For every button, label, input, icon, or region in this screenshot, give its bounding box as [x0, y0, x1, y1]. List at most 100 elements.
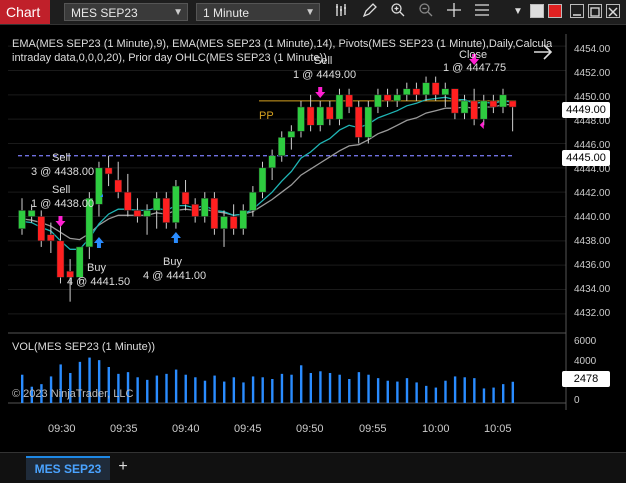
chevron-down-icon: ▼ — [305, 7, 315, 18]
crosshair-icon[interactable] — [444, 2, 464, 22]
candle-body — [268, 155, 276, 169]
price-tick: 4434.00 — [574, 284, 611, 295]
candle-body — [489, 100, 498, 108]
volume-bar — [357, 372, 361, 403]
candle-body — [249, 191, 257, 211]
volume-bar — [290, 374, 293, 403]
add-tab-button[interactable]: + — [114, 458, 132, 476]
candle-body — [470, 100, 478, 120]
volume-bar — [213, 375, 216, 403]
volume-bar — [194, 377, 197, 403]
candle-body — [27, 210, 36, 217]
candle-body — [258, 167, 267, 193]
volume-bar — [261, 377, 264, 403]
candle-body — [403, 88, 411, 96]
time-tick: 09:55 — [359, 423, 387, 435]
volume-bar — [386, 380, 389, 403]
candle-body — [95, 167, 103, 205]
volume-tick: 6000 — [574, 336, 597, 347]
last-price-tag: 4449.00 — [562, 102, 610, 118]
volume-bar — [425, 385, 428, 403]
volume-bar — [136, 377, 139, 403]
menu-chevron-icon[interactable]: ▼ — [508, 2, 528, 22]
candle-body — [412, 88, 421, 96]
prior-level-tag: 4445.00 — [562, 150, 610, 166]
price-tick: 4454.00 — [574, 44, 611, 55]
price-chart[interactable] — [0, 25, 626, 418]
pivot-label: PP — [259, 110, 274, 122]
candle-body — [499, 94, 507, 108]
volume-bar — [299, 365, 303, 403]
link-color-icon[interactable] — [530, 4, 544, 18]
tab-mes-sep23[interactable]: MES SEP23 — [26, 456, 110, 480]
drawing-tool-icon[interactable] — [360, 2, 380, 22]
maximize-icon[interactable] — [588, 4, 602, 18]
candle-body — [364, 106, 373, 138]
price-tick: 4452.00 — [574, 68, 611, 79]
candle-body — [124, 191, 132, 211]
candle-body — [220, 216, 228, 229]
candle-body — [229, 216, 238, 229]
last-volume-tag: 2478 — [562, 371, 610, 387]
interval-value: 1 Minute — [203, 6, 250, 20]
candle-body — [37, 216, 45, 242]
time-tick: 10:00 — [422, 423, 450, 435]
indicator-legend-line-2: intraday data,0,0,0,20), Prior day OHLC(… — [12, 52, 327, 64]
trade-label-detail: 3 @ 4438.00 — [31, 166, 95, 178]
candle-body — [422, 82, 430, 96]
volume-bar — [280, 373, 284, 403]
price-tick: 4442.00 — [574, 188, 611, 199]
close-icon[interactable] — [606, 4, 620, 18]
title-bar: Chart MES SEP23 ▼ 1 Minute ▼ ▼ — [0, 0, 626, 25]
volume-bar — [165, 373, 168, 403]
interval-selector[interactable]: 1 Minute ▼ — [196, 3, 320, 21]
candle-body — [326, 106, 334, 120]
volume-bar — [444, 380, 447, 403]
trade-label-action: Buy — [87, 262, 106, 274]
zoom-in-icon[interactable] — [388, 2, 408, 22]
price-tick: 4438.00 — [574, 236, 611, 247]
trade-label-action: Close — [459, 49, 488, 61]
volume-bar — [184, 374, 187, 403]
time-tick: 09:45 — [234, 423, 262, 435]
link-red-icon[interactable] — [548, 4, 562, 18]
candle-body — [56, 240, 65, 278]
sell-arrow-icon — [315, 87, 326, 98]
volume-bar — [174, 369, 178, 403]
trade-label-action: Sell — [314, 55, 333, 67]
exit-marker-icon — [479, 121, 484, 129]
volume-bar — [223, 381, 226, 403]
time-tick: 09:50 — [296, 423, 324, 435]
app-title: Chart — [0, 0, 50, 24]
candle-body — [297, 106, 305, 132]
volume-bar — [251, 376, 255, 403]
candle-body — [143, 210, 151, 217]
tab-bar: MES SEP23 + — [0, 452, 626, 483]
candle-body — [191, 204, 199, 217]
candle-body — [152, 198, 161, 211]
chevron-down-icon: ▼ — [173, 7, 183, 18]
properties-icon[interactable] — [472, 2, 492, 22]
trade-label-action: Buy — [163, 256, 182, 268]
candle-body — [374, 94, 382, 108]
zoom-out-icon[interactable] — [416, 2, 436, 22]
sell-arrow-icon — [55, 216, 66, 227]
trade-label-detail: 1 @ 4438.00 — [31, 198, 95, 210]
instrument-selector[interactable]: MES SEP23 ▼ — [64, 3, 188, 21]
trade-label-action: Sell — [52, 184, 71, 196]
candle-body — [306, 106, 315, 126]
candle-body — [441, 88, 450, 96]
minimize-icon[interactable] — [570, 4, 584, 18]
buy-arrow-icon — [170, 232, 181, 243]
bar-type-icon[interactable] — [332, 2, 352, 22]
volume-bar — [146, 379, 149, 403]
candle-body — [75, 246, 84, 278]
volume-bar — [482, 388, 486, 403]
volume-bar — [309, 373, 312, 403]
volume-bar — [502, 384, 505, 403]
candle-body — [431, 82, 440, 96]
volume-bar — [396, 381, 399, 403]
volume-bar — [232, 377, 236, 403]
candle-body — [277, 137, 286, 156]
candle-body — [393, 94, 401, 102]
